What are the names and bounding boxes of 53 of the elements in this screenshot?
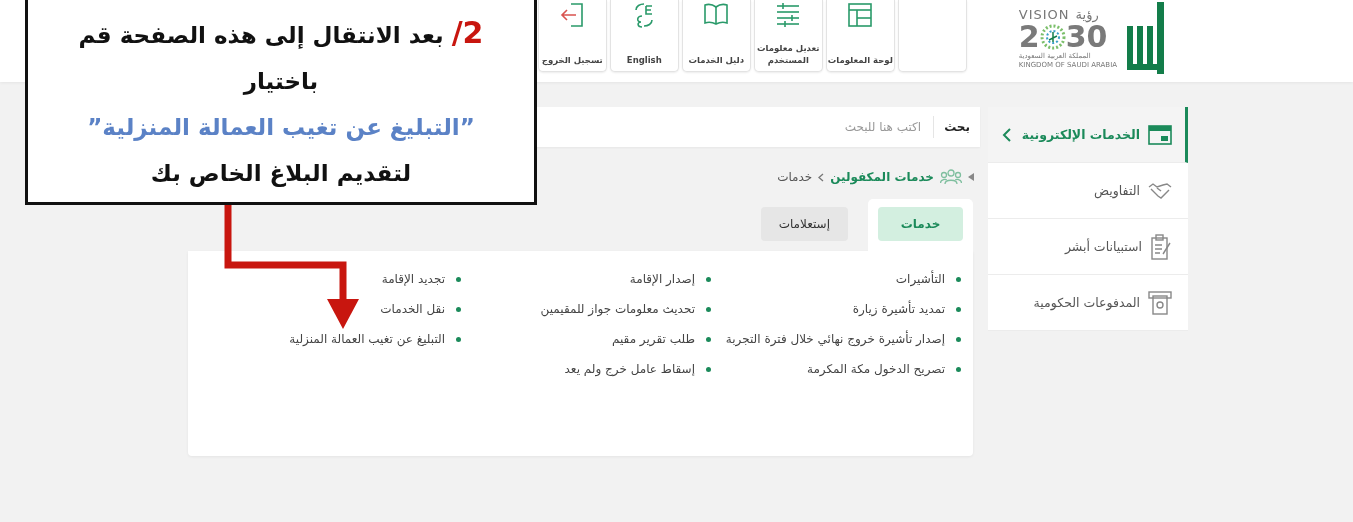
chevron-icon	[818, 172, 825, 182]
bullet-icon	[956, 336, 961, 342]
vision-arabic-text: رؤية	[1075, 6, 1099, 22]
service-link[interactable]: طلب تقرير مقيم	[611, 332, 695, 346]
cash-icon	[1148, 290, 1172, 315]
nav-tile[interactable]: English	[609, 0, 679, 72]
service-link[interactable]: التأشيرات	[895, 272, 945, 286]
bullet-icon	[706, 276, 711, 282]
handshake-icon	[1148, 181, 1172, 200]
closing-text: لتقديم البلاغ الخاص بك	[149, 159, 413, 189]
service-link[interactable]: تمديد تأشيرة زيارة	[852, 302, 945, 316]
bullet-icon	[956, 276, 961, 282]
breadcrumb-current: خدمات	[777, 170, 813, 184]
service-link[interactable]: نقل الخدمات	[380, 302, 445, 316]
service-link[interactable]: إصدار الإقامة	[629, 272, 695, 286]
tab[interactable]: إستعلامات	[760, 207, 848, 241]
service-link[interactable]: تصريح الدخول مكة المكرمة	[806, 362, 945, 376]
bullet-icon	[706, 306, 711, 312]
nav-tile[interactable]: لوحة المعلومات	[825, 0, 895, 72]
chevron-icon	[1002, 126, 1012, 143]
bullet-icon	[956, 306, 961, 312]
service-link[interactable]: إسقاط عامل خرج ولم يعد	[564, 362, 695, 376]
year-digit: 2	[1018, 21, 1040, 52]
year-digits: 30	[1065, 21, 1108, 52]
service-link[interactable]: تجديد الإقامة	[381, 272, 445, 286]
vision-text: VISION	[1018, 6, 1070, 22]
sliders-icon	[775, 2, 802, 28]
highlighted-service-text: ”التبليغ عن تغيب العمالة المنزلية”	[86, 113, 476, 143]
tab[interactable]: خدمات	[878, 207, 963, 241]
nav-tile[interactable]: تعديل معلومات المستخدم	[753, 0, 823, 72]
book-icon	[703, 2, 730, 26]
breadcrumb-link[interactable]: خدمات المكفولين	[830, 170, 934, 184]
nav-tile[interactable]: تسجيل الخروج	[537, 0, 607, 72]
clipboard-icon	[1150, 233, 1172, 260]
emblem-icon	[1039, 23, 1066, 50]
bullet-icon	[956, 366, 961, 372]
search-label: بحث	[933, 116, 970, 138]
bullet-icon	[456, 336, 461, 342]
caret-icon	[968, 173, 974, 181]
dashboard-icon	[847, 2, 874, 28]
people-icon	[940, 169, 962, 185]
bullet-icon	[706, 366, 711, 372]
service-link[interactable]: إصدار تأشيرة خروج نهائي خلال فترة التجربة	[725, 332, 945, 346]
logout-icon	[559, 2, 586, 28]
bullet-icon	[456, 306, 461, 312]
absher-logo-drawing	[1125, 2, 1165, 74]
bullet-icon	[456, 276, 461, 282]
sidebar-item[interactable]: الخدمات الإلكترونية	[988, 107, 1188, 163]
service-link[interactable]: التبليغ عن تغيب العمالة المنزلية	[289, 332, 445, 346]
bullet-icon	[706, 336, 711, 342]
service-link[interactable]: تحديث معلومات جواز للمقيمين	[540, 302, 695, 316]
nav-tile[interactable]: دليل الخدمات	[681, 0, 751, 72]
window-icon	[1148, 124, 1172, 145]
